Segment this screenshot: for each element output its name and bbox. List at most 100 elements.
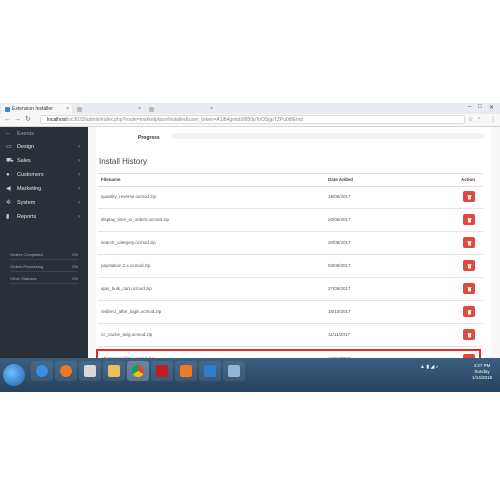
trash-icon: [467, 309, 471, 314]
tab-close-icon[interactable]: ×: [66, 104, 69, 114]
taskbar-clock[interactable]: 4:27 PM Sunday 1/14/2018: [472, 363, 492, 381]
taskbar-app[interactable]: [199, 361, 221, 381]
chevron-right-icon: ›: [78, 144, 80, 150]
browser-tab-2[interactable]: ×: [74, 104, 144, 114]
sidebar-item-sales[interactable]: ⛟ Sales ›: [0, 154, 88, 168]
filename-cell: paystation.2.x.ocmod.zip: [101, 263, 151, 268]
delete-button[interactable]: [463, 237, 475, 248]
date-cell: 20/08/2017: [328, 217, 351, 222]
browser-tab-3[interactable]: ×: [146, 104, 216, 114]
table-row: display_time_in_orders.ocmod.zip 20/08/2…: [98, 209, 483, 232]
desktop-icon: ▭: [6, 144, 12, 150]
progress-bar: [172, 133, 484, 139]
bookmark-star-icon[interactable]: ☆: [468, 116, 473, 123]
tab-label: Extension Installer: [12, 106, 53, 112]
folder-icon: [108, 365, 120, 377]
sidebar-item-label: Sales: [17, 158, 31, 164]
stat-label: Orders Processing: [10, 264, 44, 269]
stat-progress-bar: [10, 271, 78, 272]
stat-label: Orders Completed: [10, 252, 43, 257]
gear-icon: ✲: [6, 200, 12, 206]
screenshot-area: Extension Installer × × × – □ ✕ ← → ↻ lo…: [0, 103, 500, 392]
column-header-filename[interactable]: Filename: [101, 177, 121, 182]
filename-cell: cc_cache_twig.ocmod.zip: [101, 332, 153, 337]
chevron-right-icon: ›: [78, 158, 80, 164]
opencart-favicon-icon: [5, 107, 10, 112]
taskbar-firefox[interactable]: [55, 361, 77, 381]
menu-icon[interactable]: ⋮: [490, 116, 496, 123]
column-header-date-added[interactable]: Date Added: [328, 177, 353, 182]
sidebar-item-reports[interactable]: ▮ Reports ›: [0, 210, 88, 224]
cart-icon: ⛟: [6, 158, 14, 164]
browser-tab-bar: Extension Installer × × × – □ ✕: [0, 103, 500, 114]
extension-icon[interactable]: ▫: [478, 116, 480, 122]
column-header-action: Action: [461, 177, 475, 182]
table-row: paystation.2.x.ocmod.zip 03/09/2017: [98, 255, 483, 278]
filename-cell: redirect_after_login.ocmod.zip: [101, 309, 162, 314]
taskbar-filezilla[interactable]: [151, 361, 173, 381]
sidebar-item-label: Customers: [17, 172, 44, 178]
delete-button[interactable]: [463, 260, 475, 271]
stat-percent: 0%: [72, 276, 78, 281]
table-row: search_category.ocmod.zip 20/08/2017: [98, 232, 483, 255]
taskbar-xampp[interactable]: [175, 361, 197, 381]
url-path: /oc3023/admin/index.php?route=marketplac…: [66, 117, 303, 123]
megaphone-icon: ◀: [6, 186, 11, 192]
taskbar-media[interactable]: [79, 361, 101, 381]
trash-icon: [467, 217, 471, 222]
start-button[interactable]: [3, 364, 25, 386]
taskbar-ie[interactable]: [31, 361, 53, 381]
sidebar-item-customers[interactable]: ● Customers ›: [0, 168, 88, 182]
tab-close-icon[interactable]: ×: [210, 104, 213, 114]
table-row: quantity_reverse.ocmod.zip 19/08/2017: [98, 186, 483, 209]
filename-cell: display_time_in_orders.ocmod.zip: [101, 217, 170, 222]
taskbar-chrome[interactable]: [127, 361, 149, 381]
delete-button[interactable]: [463, 329, 475, 340]
progress-label: Progress: [138, 135, 160, 141]
chrome-icon: [132, 365, 144, 377]
maximize-icon[interactable]: □: [478, 104, 482, 110]
ie-icon: [36, 365, 48, 377]
delete-button[interactable]: [463, 214, 475, 225]
sidebar-item-system[interactable]: ✲ System ›: [0, 196, 88, 210]
sidebar-item-design[interactable]: ▭ Design ›: [0, 140, 88, 154]
taskbar-network[interactable]: [223, 361, 245, 381]
trash-icon: [467, 332, 471, 337]
chevron-right-icon: ›: [78, 172, 80, 178]
delete-button[interactable]: [463, 283, 475, 294]
minimize-icon[interactable]: –: [468, 104, 471, 110]
close-window-icon[interactable]: ✕: [489, 104, 494, 111]
system-tray-icons[interactable]: ▲ ▮ ◢ ♪: [420, 364, 438, 370]
delete-button[interactable]: [463, 191, 475, 202]
browser-tab-extension-installer[interactable]: Extension Installer ×: [2, 104, 72, 114]
delete-button[interactable]: [463, 306, 475, 317]
main-content: Progress Install History Filename Date A…: [88, 127, 500, 367]
sidebar-item-marketing[interactable]: ◀ Marketing ›: [0, 182, 88, 196]
url-field[interactable]: localhost/oc3023/admin/index.php?route=m…: [40, 115, 465, 124]
page-favicon-icon: [149, 107, 154, 112]
back-icon[interactable]: ←: [4, 116, 11, 124]
trash-icon: [467, 194, 471, 199]
stat-progress-bar: [10, 283, 78, 284]
stat-orders-processing: Orders Processing 0%: [8, 263, 78, 273]
network-icon: [228, 365, 240, 377]
reload-icon[interactable]: ↻: [25, 116, 31, 124]
tab-close-icon[interactable]: ×: [138, 104, 141, 114]
address-bar-row: ← → ↻ localhost/oc3023/admin/index.php?r…: [0, 114, 500, 127]
table-row: redirect_after_login.ocmod.zip 15/10/201…: [98, 301, 483, 324]
table-row: cc_cache_twig.ocmod.zip 11/11/2017: [98, 324, 483, 347]
dash-icon: –: [6, 131, 10, 137]
install-history-title: Install History: [99, 157, 148, 166]
sidebar-item-label: System: [17, 200, 36, 206]
forward-icon[interactable]: →: [14, 116, 21, 124]
date-cell: 20/08/2017: [328, 240, 351, 245]
chevron-right-icon: ›: [78, 200, 80, 206]
taskbar-explorer[interactable]: [103, 361, 125, 381]
date-cell: 27/09/2017: [328, 286, 351, 291]
sidebar-item-events[interactable]: – Events: [0, 127, 88, 141]
media-icon: [84, 365, 96, 377]
clock-date: 1/14/2018: [471, 375, 492, 380]
url-host: localhost: [47, 117, 67, 123]
stat-progress-bar: [10, 259, 78, 260]
stat-orders-completed: Orders Completed 0%: [8, 251, 78, 261]
